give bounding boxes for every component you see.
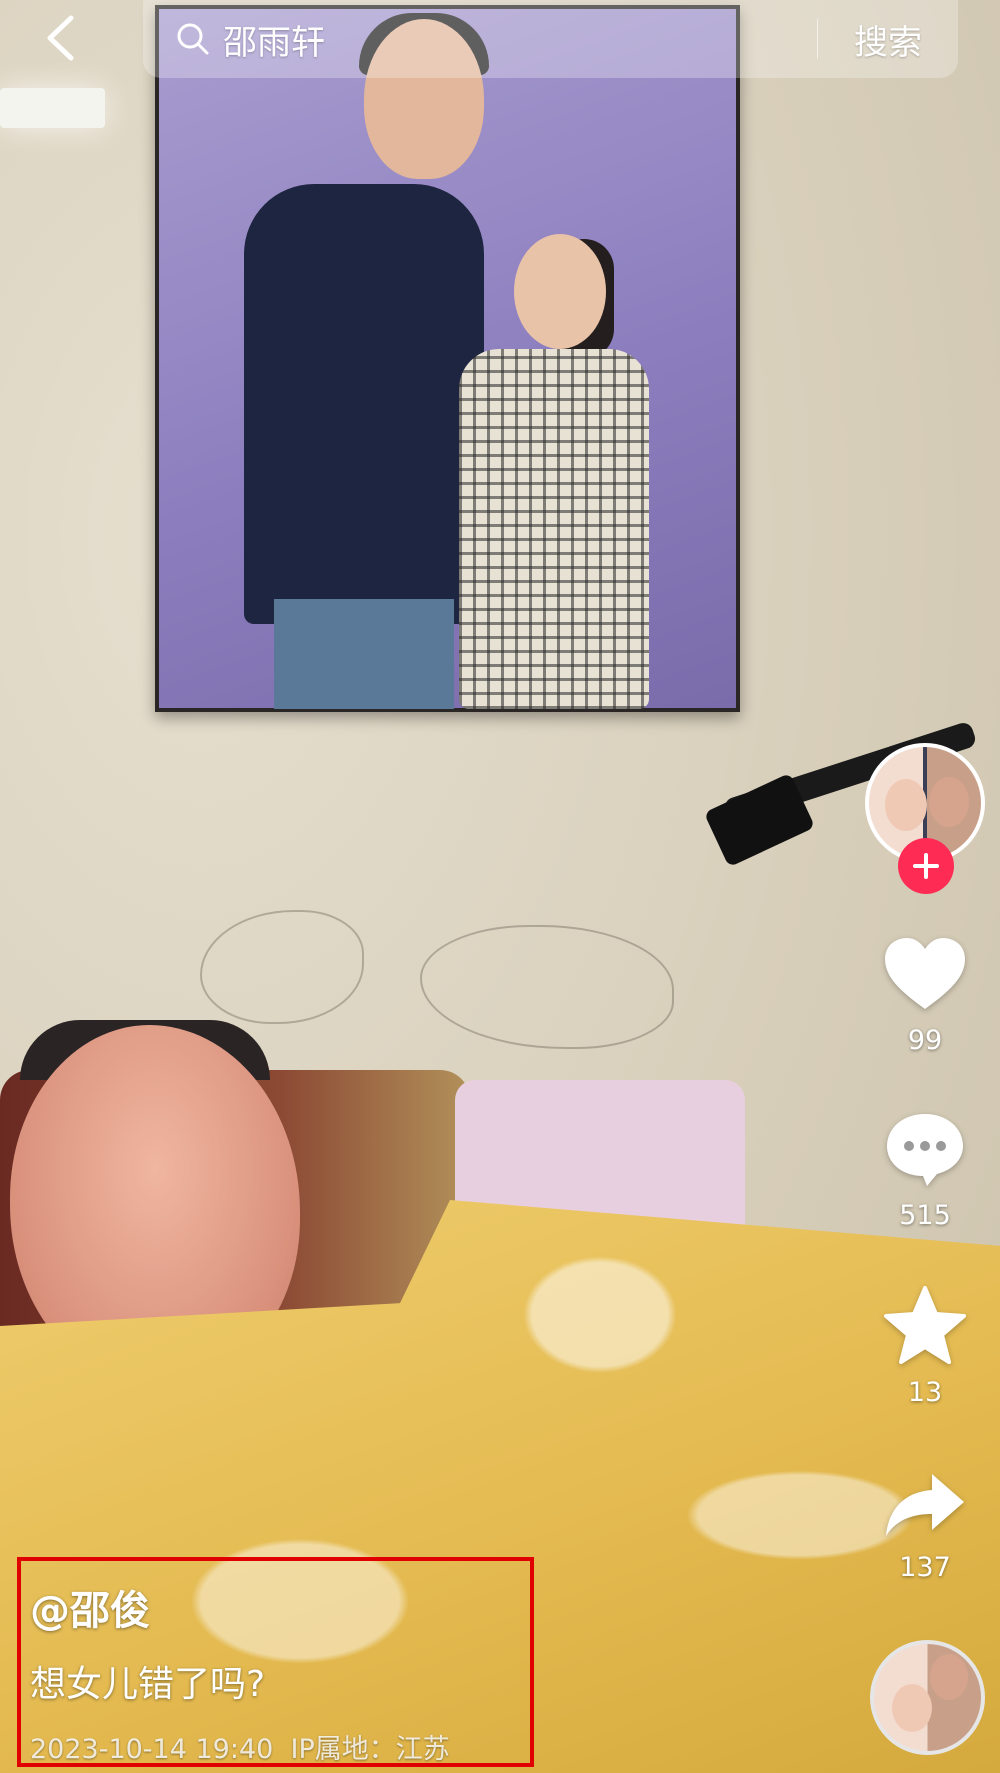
like-button[interactable]: 99 [875, 935, 975, 1056]
search-button[interactable]: 搜索 [818, 15, 958, 64]
avatar-face [929, 777, 969, 827]
wall-lamp [0, 88, 105, 128]
favorite-button[interactable]: 13 [875, 1285, 975, 1408]
video-frame[interactable] [0, 0, 1000, 1773]
share-arrow-icon [886, 1474, 964, 1536]
music-disc[interactable] [870, 1640, 985, 1755]
framed-photo [155, 5, 740, 712]
avatar-face [885, 779, 927, 831]
chevron-left-icon [47, 15, 74, 61]
search-input[interactable]: 邵雨轩 [223, 15, 817, 64]
comment-count: 515 [899, 1200, 951, 1231]
photo-girl-head [514, 234, 606, 349]
favorite-count: 13 [907, 1377, 943, 1408]
back-button[interactable] [30, 8, 90, 68]
heart-icon [885, 938, 965, 1009]
photo-girl-dress [459, 349, 649, 709]
star-icon [884, 1286, 966, 1364]
comment-bubble-icon [887, 1114, 963, 1186]
follow-button[interactable] [898, 838, 954, 894]
search-icon [177, 23, 209, 55]
search-bar[interactable]: 邵雨轩 搜索 [143, 0, 958, 78]
ip-location: IP属地：江苏 [290, 1734, 450, 1765]
share-button[interactable]: 137 [875, 1470, 975, 1583]
post-date: 2023-10-14 19:40 [30, 1734, 274, 1765]
photo-man-jeans [274, 599, 454, 709]
author-name[interactable]: @邵俊 [30, 1578, 150, 1636]
comment-button[interactable]: 515 [875, 1110, 975, 1231]
plus-icon [913, 853, 939, 879]
disc-face [892, 1684, 932, 1732]
share-count: 137 [899, 1552, 951, 1583]
post-meta: 2023-10-14 19:40 IP属地：江苏 [30, 1727, 450, 1766]
video-description: 想女儿错了吗? [30, 1664, 266, 1705]
disc-face [930, 1654, 968, 1700]
like-count: 99 [907, 1025, 943, 1056]
photo-man-body [244, 184, 484, 624]
